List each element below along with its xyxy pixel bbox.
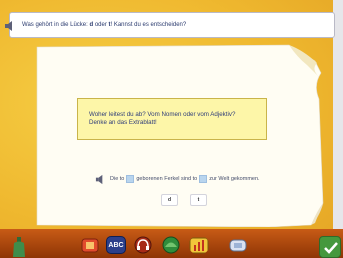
- crate-icon[interactable]: [80, 236, 100, 254]
- headphones-icon[interactable]: [133, 236, 153, 254]
- choice-d-button[interactable]: d: [161, 194, 178, 206]
- chart-icon[interactable]: [189, 236, 209, 254]
- instruction-prefix: Was gehört in die Lücke:: [22, 22, 90, 28]
- book-label: ABC: [108, 241, 124, 249]
- instruction-middle: oder: [93, 22, 109, 28]
- app-window: Was gehört in die Lücke: d oder t ! Kanns…: [0, 0, 343, 258]
- checkmark-icon: [324, 242, 338, 254]
- exercise-sentence: Die to geborenen Ferkel sind to zur Welt…: [95, 173, 260, 185]
- gap-1[interactable]: [126, 175, 135, 183]
- sentence-speaker-icon[interactable]: [95, 174, 106, 185]
- hint-line-1: Woher leitest du ab? Vom Nomen oder vom …: [89, 111, 236, 118]
- letter-cards-icon[interactable]: [228, 236, 248, 254]
- sentence-part-2: geborenen Ferkel sind to: [136, 176, 198, 182]
- instruction-text: Was gehört in die Lücke: d oder t! Kanns…: [22, 22, 186, 28]
- sentence-part-1: Die to: [110, 176, 125, 182]
- sentence-part-3: zur Welt gekommen.: [209, 176, 260, 182]
- green-helmet-icon[interactable]: [161, 236, 181, 254]
- bottle-icon[interactable]: [11, 237, 27, 258]
- speaker-icon[interactable]: [4, 20, 16, 32]
- gap-2[interactable]: [199, 175, 208, 183]
- hint-line-2: Denke an das Extrablatt!: [89, 119, 157, 126]
- book-icon[interactable]: ABC: [106, 236, 126, 254]
- hint-box: Woher leitest du ab? Vom Nomen oder vom …: [77, 98, 267, 140]
- checkmark-button[interactable]: [319, 236, 341, 258]
- choice-t-button[interactable]: t: [190, 194, 207, 206]
- instruction-bar: Was gehört in die Lücke: d oder t! Kanns…: [5, 12, 335, 38]
- instruction-suffix: ! Kannst du es entscheiden?: [110, 22, 187, 28]
- right-strip: [333, 0, 343, 258]
